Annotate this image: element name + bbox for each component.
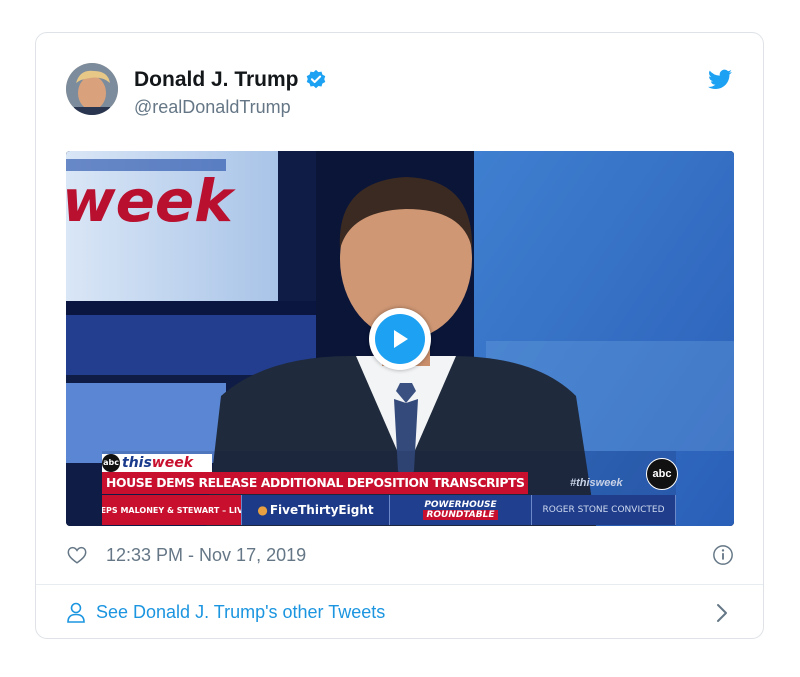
twitter-bird-icon[interactable] <box>707 67 733 93</box>
avatar[interactable] <box>66 63 118 115</box>
play-button[interactable] <box>369 308 431 370</box>
ticker-item: POWERHOUSE ROUNDTABLE <box>390 495 532 525</box>
video-player[interactable]: week abc this week HOUSE DEMS RELEASE ADDI… <box>66 151 734 526</box>
see-other-tweets-label: See Donald J. Trump's other Tweets <box>96 602 386 622</box>
verified-badge-icon <box>306 69 325 89</box>
author-name[interactable]: Donald J. Trump <box>134 68 299 92</box>
info-icon[interactable] <box>712 544 734 566</box>
ticker-item: REPS MALONEY & STEWART – LIVE <box>102 495 242 525</box>
person-icon <box>67 602 85 623</box>
news-ticker: REPS MALONEY & STEWART – LIVE ● FiveThirt… <box>102 495 676 525</box>
tweet-meta: 12:33 PM - Nov 17, 2019 <box>66 541 734 569</box>
see-other-tweets-link[interactable]: See Donald J. Trump's other Tweets <box>66 585 734 640</box>
hashtag-label: #thisweek <box>570 477 623 489</box>
author-handle[interactable]: @realDonaldTrump <box>134 97 291 118</box>
chevron-right-icon <box>717 604 727 622</box>
play-icon <box>375 314 425 364</box>
like-heart-icon[interactable] <box>66 544 88 566</box>
ticker-item: ROGER STONE CONVICTED <box>532 495 676 525</box>
fivethirtyeight-fox-icon: ● <box>257 503 268 517</box>
chyron-headline: HOUSE DEMS RELEASE ADDITIONAL DEPOSITION… <box>102 472 528 494</box>
abc-network-logo: abc <box>646 458 678 490</box>
embedded-tweet-card: Donald J. Trump @realDonaldTrump week ab… <box>35 32 764 639</box>
ticker-item: ● FiveThirtyEight <box>242 495 390 525</box>
tweet-timestamp[interactable]: 12:33 PM - Nov 17, 2019 <box>106 545 306 566</box>
this-week-logo: abc this week <box>102 454 212 472</box>
background-week-text: week <box>66 167 236 235</box>
